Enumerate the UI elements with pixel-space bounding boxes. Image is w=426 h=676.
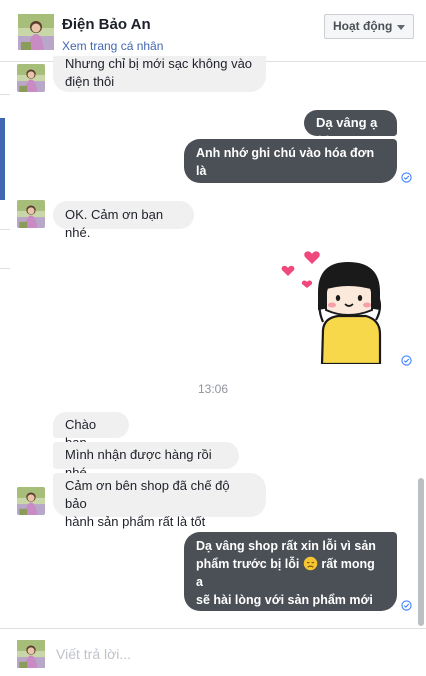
message-text: Anh nhớ ghi chú vào hóa đơn là	[196, 146, 375, 178]
read-check-icon	[401, 172, 412, 183]
message-bubble-incoming: Nhưng chỉ bị mới sạc không vào điện thôi	[53, 56, 266, 92]
message-text: hành sản phẩm rất là tốt	[65, 514, 206, 529]
message-text: phẩm trước bị lỗi	[196, 557, 300, 571]
message-text: bảo hành nhé ^^	[196, 182, 296, 196]
message-text: Dạ vâng shop rất xin lỗi vì sản	[196, 539, 376, 553]
left-panel-accent	[0, 118, 5, 200]
avatar	[17, 487, 45, 515]
message-text: sẽ hài lòng với sản phẩm mới này	[196, 593, 373, 625]
message-text: Nhưng chỉ bị mới sạc không vào	[65, 56, 253, 71]
message-bubble-outgoing: Dạ vâng ạ ^^	[304, 110, 397, 148]
view-profile-link[interactable]: Xem trang cá nhân	[62, 39, 163, 53]
sticker-girl-hearts[interactable]	[276, 248, 386, 364]
message-bubble-incoming: Cảm ơn bên shop đã chế độ bảo hành sản p…	[53, 473, 266, 529]
message-bubble-incoming: OK. Cảm ơn bạn nhé.	[53, 201, 194, 240]
message-bubble-incoming: Mình nhận được hàng rồi nhé	[53, 442, 239, 480]
avatar	[17, 640, 45, 668]
contact-name[interactable]: Điện Bảo An	[62, 16, 151, 33]
divider	[0, 268, 10, 269]
heart-icon	[304, 251, 320, 264]
reply-input[interactable]: Viết trả lời...	[56, 646, 131, 662]
status-label: Hoạt động	[333, 19, 393, 33]
avatar[interactable]	[18, 14, 54, 50]
status-dropdown-button[interactable]: Hoạt động	[324, 14, 414, 39]
heart-icon	[301, 280, 313, 288]
message-text: điện thôi	[65, 74, 115, 89]
message-text: OK. Cảm ơn bạn nhé.	[65, 207, 164, 240]
read-check-icon	[401, 355, 412, 366]
message-bubble-outgoing: Dạ vâng shop rất xin lỗi vì sản phẩm trư…	[184, 532, 397, 643]
avatar	[17, 64, 45, 92]
avatar	[17, 200, 45, 228]
chevron-down-icon	[397, 25, 405, 30]
message-timestamp: 13:06	[197, 382, 229, 396]
conversation-header: Điện Bảo An Xem trang cá nhân Hoạt động	[0, 0, 426, 62]
divider	[0, 229, 10, 230]
scrollbar-thumb[interactable]	[418, 478, 424, 626]
reply-composer: Viết trả lời...	[0, 628, 426, 676]
message-bubble-outgoing: Anh nhớ ghi chú vào hóa đơn là bảo hành …	[184, 139, 397, 196]
message-text: Cảm ơn bên shop đã chế độ bảo	[65, 478, 230, 511]
sad-emoji-icon	[303, 556, 318, 571]
read-check-icon	[401, 600, 412, 611]
heart-icon	[281, 265, 295, 276]
divider	[0, 94, 10, 95]
message-bubble-incoming: Chào bạn	[53, 412, 129, 450]
